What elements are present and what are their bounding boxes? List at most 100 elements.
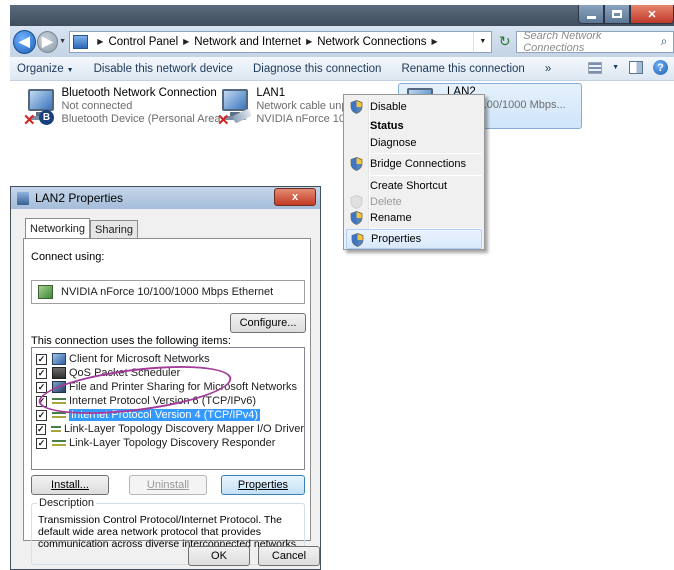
service-icon — [52, 367, 66, 379]
item-checkbox[interactable]: ✓ — [36, 367, 47, 379]
change-view-icon[interactable] — [588, 61, 603, 74]
minimize-icon — [586, 15, 596, 19]
close-icon: ✕ — [647, 8, 657, 21]
chevron-right-icon[interactable]: ▶ — [432, 37, 438, 46]
item-label: QoS Packet Scheduler — [69, 367, 181, 379]
caption-buttons: ✕ — [578, 5, 674, 24]
connection-lan1[interactable]: ✕ LAN1 Network cable unplugg NVIDIA nFor… — [214, 85, 364, 129]
network-adapter-icon — [17, 191, 29, 205]
menu-item-bridge-connections[interactable]: Bridge Connections — [346, 154, 482, 174]
cancel-button[interactable]: Cancel — [258, 546, 320, 566]
refresh-button[interactable]: ↻ — [494, 31, 515, 53]
lan2-properties-dialog: LAN2 Properties x Networking Sharing Con… — [10, 186, 321, 570]
address-row: ◀ ▶ ▼ ▶ Control Panel ▶ Network and Inte… — [10, 26, 674, 57]
search-placeholder: Search Network Connections — [523, 29, 602, 54]
connection-bluetooth[interactable]: ✕ B Bluetooth Network Connection Not con… — [20, 85, 220, 129]
item-checkbox[interactable]: ✓ — [36, 409, 47, 421]
menu-item-properties[interactable]: Properties — [346, 229, 482, 249]
uac-shield-icon — [350, 211, 363, 225]
back-arrow-icon: ◀ — [19, 33, 30, 49]
control-panel-icon — [73, 34, 89, 49]
search-input[interactable]: Search Network Connections ⌕ — [516, 29, 674, 54]
adapter-name: NVIDIA nForce 10/100/1000 Mbps Ethernet — [61, 286, 274, 298]
item-checkbox[interactable]: ✓ — [36, 353, 47, 365]
tab-sharing[interactable]: Sharing — [90, 220, 138, 238]
menu-item-disable[interactable]: Disable — [346, 97, 482, 117]
uac-shield-icon — [350, 195, 363, 209]
configure-button[interactable]: Configure... — [230, 313, 306, 333]
protocol-icon — [52, 398, 66, 404]
list-item-file-and-printer-sharing[interactable]: ✓ File and Printer Sharing for Microsoft… — [32, 380, 304, 394]
uninstall-button[interactable]: Uninstall — [129, 475, 207, 495]
dialog-body: Networking Sharing Connect using: NVIDIA… — [17, 209, 320, 569]
menu-item-label: Create Shortcut — [370, 180, 448, 192]
uac-shield-icon — [350, 100, 363, 114]
disable-device-button[interactable]: Disable this network device — [84, 63, 243, 75]
rename-connection-button[interactable]: Rename this connection — [391, 63, 534, 75]
connection-status: Not connected — [61, 100, 133, 112]
window-titlebar[interactable]: ✕ — [10, 5, 674, 26]
list-item-client-for-microsoft-networks[interactable]: ✓ Client for Microsoft Networks — [32, 352, 304, 366]
item-checkbox[interactable]: ✓ — [36, 423, 46, 435]
organize-label: Organize — [17, 62, 64, 75]
dialog-titlebar[interactable]: LAN2 Properties x — [11, 187, 320, 209]
chevron-right-icon[interactable]: ▶ — [183, 37, 189, 46]
menu-item-label: Delete — [370, 196, 402, 208]
recent-pages-dropdown[interactable]: ▼ — [58, 38, 67, 45]
organize-button[interactable]: Organize ▼ — [10, 63, 84, 75]
item-label: File and Printer Sharing for Microsoft N… — [69, 381, 298, 393]
connection-name: Bluetooth Network Connection — [61, 87, 217, 99]
list-item-ipv6[interactable]: ✓ Internet Protocol Version 6 (TCP/IPv6) — [32, 394, 304, 408]
dialog-title: LAN2 Properties — [35, 191, 124, 205]
preview-pane-icon[interactable] — [629, 61, 643, 74]
properties-label: Properties — [237, 479, 289, 491]
diagnose-connection-button[interactable]: Diagnose this connection — [243, 63, 392, 75]
search-icon[interactable]: ⌕ — [655, 32, 673, 52]
forward-arrow-icon: ▶ — [41, 33, 53, 49]
breadcrumb-network-and-internet[interactable]: Network and Internet — [194, 36, 301, 48]
list-item-lltd-responder[interactable]: ✓ Link-Layer Topology Discovery Responde… — [32, 436, 304, 450]
list-item-qos-packet-scheduler[interactable]: ✓ QoS Packet Scheduler — [32, 366, 304, 380]
back-button[interactable]: ◀ — [13, 29, 36, 54]
chevron-down-icon[interactable]: ▼ — [612, 64, 619, 71]
item-label: Internet Protocol Version 4 (TCP/IPv4) — [69, 409, 261, 421]
forward-button[interactable]: ▶ — [36, 30, 58, 53]
network-adapter-icon: ✕ B — [23, 87, 55, 129]
menu-item-label: Status — [370, 120, 404, 132]
properties-button[interactable]: Properties — [221, 475, 305, 495]
maximize-icon — [612, 10, 622, 18]
breadcrumb-network-connections[interactable]: Network Connections — [317, 36, 426, 48]
more-commands-button[interactable]: » — [535, 63, 561, 75]
uac-shield-icon — [350, 157, 363, 171]
minimize-button[interactable] — [578, 5, 604, 24]
address-dropdown-button[interactable]: ▼ — [473, 31, 491, 52]
help-icon[interactable]: ? — [653, 60, 668, 75]
dialog-close-button[interactable]: x — [274, 188, 316, 206]
item-checkbox[interactable]: ✓ — [36, 381, 47, 393]
close-button[interactable]: ✕ — [630, 5, 674, 24]
network-card-icon — [38, 285, 53, 299]
item-label: Link-Layer Topology Discovery Mapper I/O… — [63, 423, 304, 435]
item-label: Client for Microsoft Networks — [69, 353, 210, 365]
list-item-lltd-mapper[interactable]: ✓ Link-Layer Topology Discovery Mapper I… — [32, 422, 304, 436]
list-item-ipv4[interactable]: ✓ Internet Protocol Version 4 (TCP/IPv4) — [32, 408, 304, 422]
address-bar[interactable]: ▶ Control Panel ▶ Network and Internet ▶… — [69, 30, 493, 53]
item-checkbox[interactable]: ✓ — [36, 395, 47, 407]
breadcrumb-control-panel[interactable]: Control Panel — [108, 36, 178, 48]
description-text: Transmission Control Protocol/Internet P… — [38, 514, 299, 550]
ok-button[interactable]: OK — [188, 546, 250, 566]
install-button[interactable]: Install... — [31, 475, 109, 495]
menu-item-diagnose[interactable]: Diagnose — [346, 133, 482, 153]
item-checkbox[interactable]: ✓ — [36, 437, 47, 449]
close-icon: x — [291, 191, 299, 203]
uac-shield-icon — [351, 233, 364, 247]
chevron-down-icon: ▼ — [66, 66, 74, 74]
maximize-button[interactable] — [604, 5, 630, 24]
command-bar: Organize ▼ Disable this network device Di… — [10, 57, 674, 81]
chevron-right-icon[interactable]: ▶ — [306, 37, 312, 46]
chevron-right-icon[interactable]: ▶ — [97, 37, 103, 46]
tab-networking[interactable]: Networking — [25, 218, 91, 238]
menu-item-rename[interactable]: Rename — [346, 208, 482, 228]
networking-tab-panel: Connect using: NVIDIA nForce 10/100/1000… — [23, 238, 311, 565]
protocol-icon — [50, 426, 61, 432]
